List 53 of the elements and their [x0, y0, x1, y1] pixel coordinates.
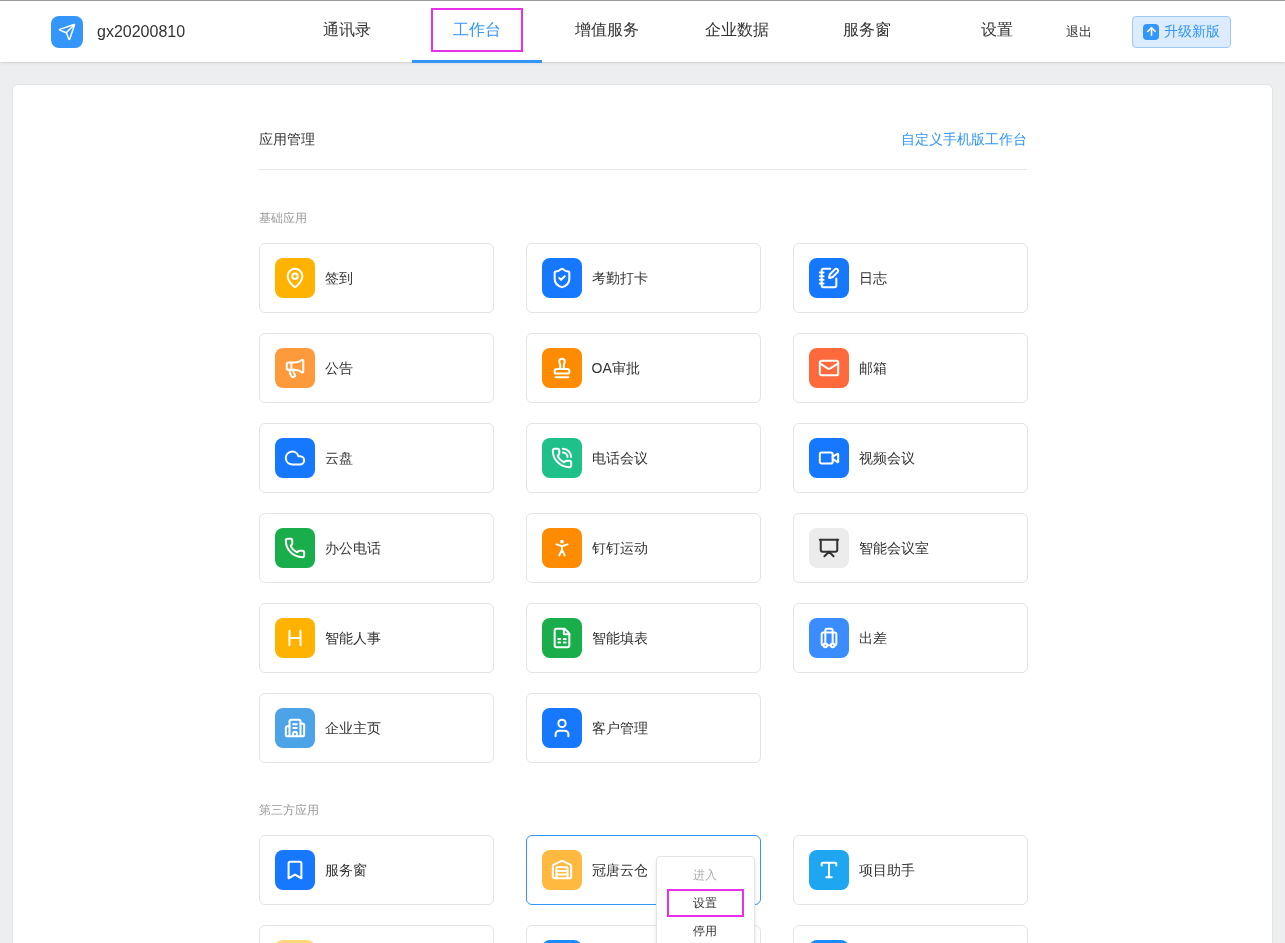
app-card[interactable]: 项目助手 — [792, 835, 1028, 905]
app-name: 签到 — [324, 268, 353, 288]
app-name: 冠唐云仓 — [591, 860, 648, 880]
app-card[interactable]: 云盘 — [258, 423, 494, 493]
app-name: OA审批 — [591, 358, 640, 378]
app-name: 电话会议 — [591, 448, 648, 468]
menu-item[interactable]: 停用 — [666, 917, 744, 943]
app-card[interactable]: 客户管理 — [525, 693, 761, 763]
app-name: 服务窗 — [324, 860, 367, 880]
app-name: 公告 — [324, 358, 353, 378]
app-name: 钉钉运动 — [591, 538, 648, 558]
org-name: gx20200810 — [97, 21, 186, 42]
nav-tab[interactable]: 通讯录 — [282, 0, 412, 63]
app-card[interactable]: 企业主页 — [258, 693, 494, 763]
nav-tab[interactable]: 设置 — [932, 0, 1062, 63]
app-card[interactable]: 视频会议 — [792, 423, 1028, 493]
app-name: 企业主页 — [324, 718, 381, 738]
app-card[interactable]: 考勤打卡 — [525, 243, 761, 313]
app-card[interactable]: 电话会议 — [525, 423, 761, 493]
section-label: 基础应用 — [258, 210, 308, 227]
panel-title: 应用管理 — [258, 129, 315, 149]
app-name: 邮箱 — [858, 358, 887, 378]
app-name: 智能填表 — [591, 628, 648, 648]
nav-tab[interactable]: 服务窗 — [802, 0, 932, 63]
app-name: 考勤打卡 — [591, 268, 648, 288]
app-name: 客户管理 — [591, 718, 648, 738]
app-name: 视频会议 — [858, 448, 915, 468]
arrow-up-icon — [1143, 23, 1159, 40]
app-card[interactable]: OA审批 — [525, 333, 761, 403]
app-card[interactable]: 邮箱 — [792, 333, 1028, 403]
logo-icon — [51, 15, 83, 48]
app-name: 日志 — [858, 268, 887, 288]
app-card[interactable]: 钉钉运动 — [525, 513, 761, 583]
app-name: 智能人事 — [324, 628, 381, 648]
app-card[interactable]: 公告 — [258, 333, 494, 403]
app-card[interactable]: 智能人事 — [258, 603, 494, 673]
app-name: 办公电话 — [324, 538, 381, 558]
section-label: 第三方应用 — [258, 802, 320, 819]
app-card[interactable]: 日志 — [792, 243, 1028, 313]
nav-tab[interactable]: 增值服务 — [542, 0, 672, 63]
nav-tab[interactable]: 企业数据 — [672, 0, 802, 63]
menu-item[interactable]: 设置 — [666, 889, 744, 917]
app-name: 智能会议室 — [858, 538, 929, 558]
app-card[interactable]: 出差 — [792, 603, 1028, 673]
app-card[interactable]: 智能填表 — [525, 603, 761, 673]
app-card[interactable]: 服务窗 — [258, 835, 494, 905]
app-card[interactable]: 智能会议室 — [792, 513, 1028, 583]
logout-link[interactable]: 退出 — [1066, 21, 1092, 42]
app-name: 云盘 — [324, 448, 353, 468]
app-card[interactable]: 签到 — [258, 243, 494, 313]
app-name: 出差 — [858, 628, 887, 648]
app-card[interactable]: 办公电话 — [258, 513, 494, 583]
app-name: 项目助手 — [858, 860, 915, 880]
